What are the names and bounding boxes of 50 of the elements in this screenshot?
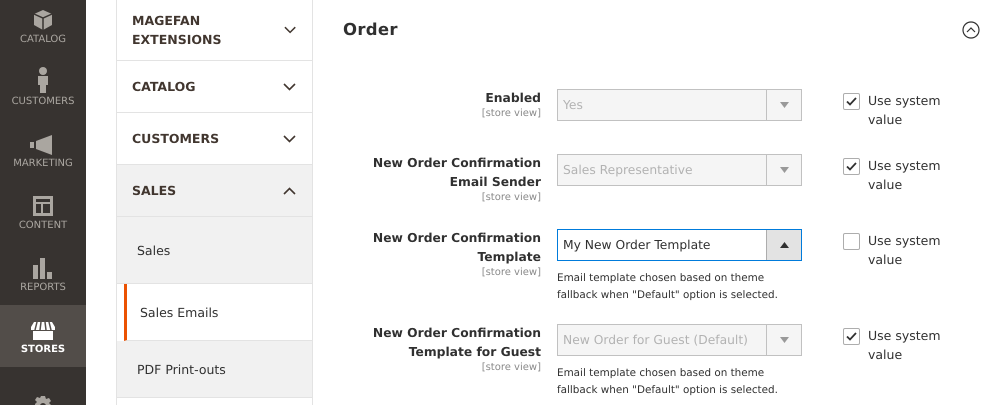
check-icon	[846, 162, 857, 171]
field-label: New Order Confirmation Template	[372, 230, 541, 266]
check-icon	[846, 332, 857, 341]
nav-label: CUSTOMERS	[12, 96, 74, 107]
check-icon	[846, 97, 857, 106]
config-tab[interactable]: SALES	[117, 165, 312, 217]
config-subtab[interactable]: Sales Emails	[124, 284, 312, 341]
nav-label: CONTENT	[18, 220, 68, 231]
checkbox-label: Use system value	[868, 157, 942, 194]
nav-label: STORES	[20, 344, 66, 355]
storefront-icon	[30, 321, 56, 341]
caret-up-icon	[780, 242, 788, 248]
box-icon	[32, 9, 54, 31]
person-icon	[36, 67, 50, 93]
nav-label: MARKETING	[13, 158, 73, 169]
nav-item[interactable]: CUSTOMERS	[0, 57, 86, 119]
select-field[interactable]: My New Order Template	[557, 229, 802, 261]
nav-label: CATALOG	[20, 34, 66, 45]
checkbox-label: Use system value	[868, 327, 942, 364]
bar-chart-icon	[32, 257, 54, 279]
nav-item[interactable]: MARKETING	[0, 119, 86, 181]
nav-item[interactable]: CONTENT	[0, 181, 86, 243]
nav-item[interactable]: REPORTS	[0, 243, 86, 305]
chevron-down-icon	[283, 82, 296, 90]
nav-label: REPORTS	[20, 282, 66, 293]
config-subtab[interactable]: PDF Print-outs	[117, 341, 312, 398]
config-subtab[interactable]: Sales	[117, 217, 312, 284]
checkbox-label: Use system value	[868, 92, 942, 129]
chevron-down-icon	[283, 134, 296, 142]
checkbox-label: Use system value	[868, 232, 942, 269]
scope-label: [store view]	[482, 192, 541, 204]
checkbox[interactable]	[843, 233, 860, 250]
field-note: Email template chosen based on theme fallback when "Default" option is selected.	[557, 271, 779, 303]
chevron-down-icon	[284, 26, 296, 34]
field-label: Enabled	[485, 90, 541, 107]
field-label: New Order Confirmation Email Sender	[372, 155, 541, 191]
collapse-icon[interactable]	[962, 20, 980, 38]
section-title: Order	[343, 20, 398, 39]
field-label: New Order Confirmation Template for Guest	[372, 325, 541, 361]
caret-down-icon	[780, 167, 788, 173]
scope-label: [store view]	[482, 267, 541, 279]
caret-down-icon	[780, 337, 788, 343]
nav-item[interactable]: STORES	[0, 305, 86, 367]
chevron-up-icon	[283, 186, 296, 194]
layout-icon	[32, 195, 54, 217]
scope-label: [store view]	[482, 108, 541, 120]
caret-down-icon	[780, 102, 788, 108]
scope-label: [store view]	[482, 362, 541, 374]
field-note: Email template chosen based on theme fallback when "Default" option is selected.	[557, 366, 779, 398]
nav-item[interactable]: CATALOG	[0, 0, 86, 57]
